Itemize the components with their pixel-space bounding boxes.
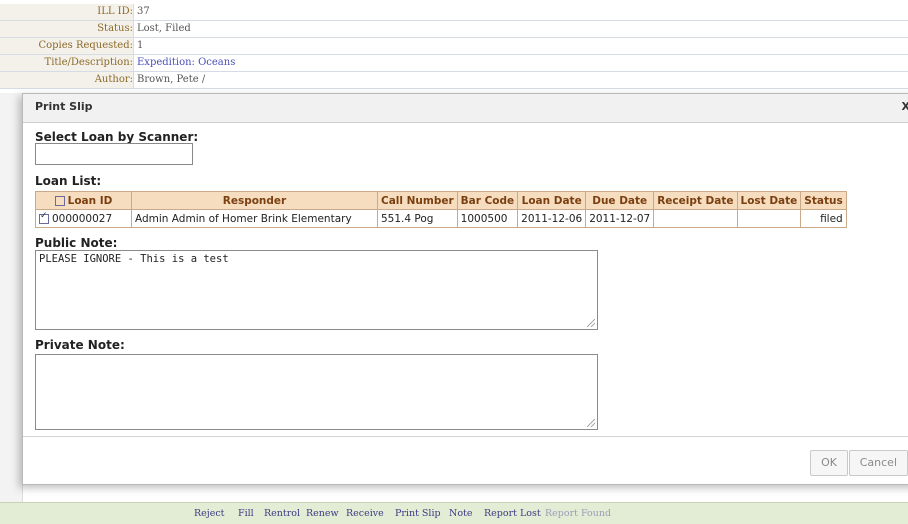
receive-link[interactable]: Receive	[346, 508, 384, 519]
report-found-link: Report Found	[545, 508, 612, 519]
receipt-date-cell	[653, 209, 738, 228]
resize-grip-icon[interactable]	[587, 319, 595, 327]
detail-value: Brown, Pete /	[137, 74, 206, 85]
public-note-label: Public Note:	[35, 236, 118, 250]
col-bar-code[interactable]: Bar Code	[456, 191, 519, 210]
public-note-text: PLEASE IGNORE - This is a test	[39, 253, 229, 265]
row-checkbox[interactable]	[39, 211, 49, 224]
detail-row: Copies Requested: 1	[0, 38, 908, 55]
call-number-cell: 551.4 Pog	[377, 209, 458, 228]
resize-grip-icon[interactable]	[587, 419, 595, 427]
dialog-footer: OK Cancel	[23, 436, 908, 484]
page-left-edge	[0, 93, 23, 503]
detail-value: 37	[137, 6, 150, 17]
rentrol-link[interactable]: Rentrol	[264, 508, 300, 519]
private-note-label: Private Note:	[35, 338, 125, 352]
private-note-textarea[interactable]	[35, 354, 598, 430]
detail-value: 1	[137, 40, 144, 51]
public-note-textarea[interactable]: PLEASE IGNORE - This is a test	[35, 250, 598, 330]
status-cell: filed	[800, 209, 847, 228]
col-due-date[interactable]: Due Date	[585, 191, 655, 210]
col-call-number[interactable]: Call Number	[377, 191, 458, 210]
cancel-button[interactable]: Cancel	[848, 450, 908, 476]
table-row[interactable]: 000000027 Admin Admin of Homer Brink Ele…	[35, 209, 847, 228]
responder-cell: Admin Admin of Homer Brink Elementary	[131, 209, 378, 228]
report-lost-link[interactable]: Report Lost	[484, 508, 541, 519]
detail-value: Lost, Filed	[137, 23, 191, 34]
close-icon[interactable]: X	[902, 100, 908, 113]
scanner-input[interactable]	[35, 143, 193, 165]
col-loan-date[interactable]: Loan Date	[517, 191, 587, 210]
select-all-checkbox[interactable]	[54, 195, 65, 206]
action-bar: Reject Fill Rentrol Renew Receive Print …	[0, 502, 908, 524]
print-slip-dialog: Print Slip X Select Loan by Scanner: Loa…	[22, 93, 908, 485]
loan-date-cell: 2011-12-06	[517, 209, 587, 228]
loan-table: Loan ID Responder Call Number Bar Code L…	[35, 191, 847, 228]
col-status[interactable]: Status	[800, 191, 847, 210]
detail-label: Status:	[0, 21, 134, 37]
renew-link[interactable]: Renew	[306, 508, 339, 519]
detail-row: ILL ID: 37	[0, 4, 908, 21]
detail-row: Status: Lost, Filed	[0, 21, 908, 38]
title-link[interactable]: Expedition: Oceans	[137, 55, 235, 71]
detail-row: Title/Description: Expedition: Oceans	[0, 55, 908, 72]
lost-date-cell	[736, 209, 802, 228]
detail-label: Title/Description:	[0, 55, 134, 71]
loan-table-header: Loan ID Responder Call Number Bar Code L…	[35, 191, 847, 210]
detail-label: Author:	[0, 72, 134, 88]
col-loan-id[interactable]: Loan ID	[35, 191, 132, 210]
dialog-titlebar[interactable]: Print Slip X	[23, 94, 908, 123]
scanner-label: Select Loan by Scanner:	[35, 130, 199, 144]
col-lost-date[interactable]: Lost Date	[736, 191, 802, 210]
print-slip-link[interactable]: Print Slip	[395, 508, 441, 519]
detail-label: Copies Requested:	[0, 38, 134, 54]
loan-id-cell: 000000027	[35, 209, 132, 228]
due-date-cell: 2011-12-07	[585, 209, 655, 228]
bar-code-cell: 1000500	[456, 209, 519, 228]
fill-link[interactable]: Fill	[238, 508, 254, 519]
note-link[interactable]: Note	[449, 508, 472, 519]
ok-button[interactable]: OK	[810, 450, 848, 476]
detail-label: ILL ID:	[0, 4, 134, 20]
dialog-title: Print Slip	[35, 100, 93, 113]
loan-list-label: Loan List:	[35, 174, 102, 188]
reject-link[interactable]: Reject	[194, 508, 224, 519]
detail-row: Author: Brown, Pete /	[0, 72, 908, 89]
col-responder[interactable]: Responder	[131, 191, 378, 210]
col-receipt-date[interactable]: Receipt Date	[653, 191, 738, 210]
